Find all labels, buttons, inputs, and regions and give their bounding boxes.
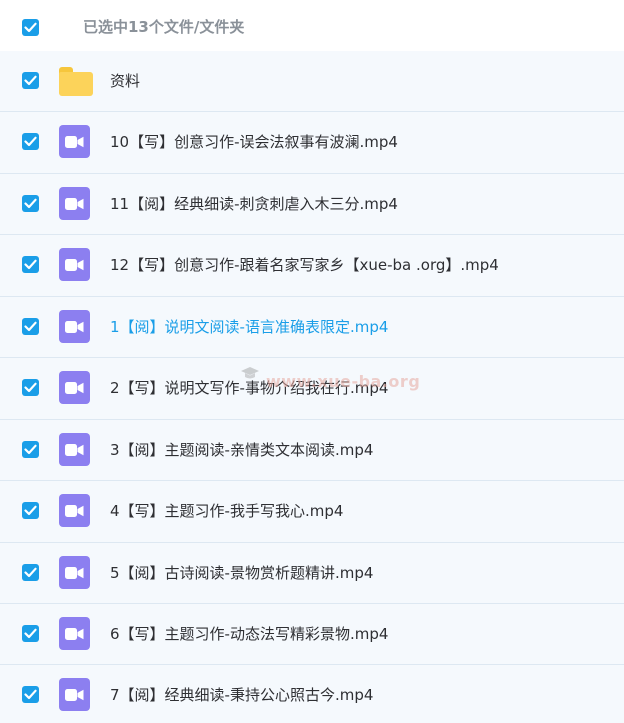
camera-glyph bbox=[65, 320, 84, 333]
file-name[interactable]: 12【写】创意习作-跟着名家写家乡【xue-ba .org】.mp4 bbox=[110, 254, 499, 276]
folder-icon bbox=[59, 64, 93, 97]
file-name[interactable]: 4【写】主题习作-我手写我心.mp4 bbox=[110, 500, 343, 522]
checkmark-icon bbox=[24, 444, 37, 454]
graduation-cap-icon bbox=[241, 367, 259, 379]
row-checkbox[interactable] bbox=[22, 317, 39, 335]
camera-glyph bbox=[65, 505, 84, 518]
file-row[interactable]: 11【阅】经典细读-刺贪刺虐入木三分.mp4 bbox=[0, 173, 624, 236]
file-row[interactable]: 12【写】创意习作-跟着名家写家乡【xue-ba .org】.mp4 bbox=[0, 235, 624, 297]
video-file-icon bbox=[59, 125, 90, 159]
camera-glyph bbox=[65, 689, 84, 702]
file-row[interactable]: 3【阅】主题阅读-亲情类文本阅读.mp4 bbox=[0, 419, 624, 482]
video-file-icon bbox=[59, 678, 90, 712]
file-row[interactable]: 7【阅】经典细读-秉持公心照古今.mp4 bbox=[0, 665, 624, 723]
file-list-panel: 已选中13个文件/文件夹 资料 10【写】创意习作-误会法叙事有波澜.mp4 11【… bbox=[0, 0, 624, 723]
select-all-checkbox[interactable] bbox=[22, 19, 39, 36]
row-checkbox[interactable] bbox=[22, 194, 39, 212]
file-name[interactable]: 5【阅】古诗阅读-景物赏析题精讲.mp4 bbox=[110, 562, 373, 584]
checkmark-icon bbox=[24, 75, 37, 86]
checkmark-icon bbox=[24, 22, 37, 33]
video-file-icon bbox=[59, 555, 90, 589]
checkmark-icon bbox=[24, 690, 37, 700]
video-file-icon bbox=[59, 186, 90, 220]
checkmark-icon bbox=[24, 198, 37, 208]
file-name[interactable]: 资料 bbox=[110, 70, 140, 92]
camera-glyph bbox=[65, 259, 84, 272]
row-checkbox[interactable] bbox=[22, 686, 39, 704]
checkmark-icon bbox=[24, 260, 37, 270]
row-checkbox[interactable] bbox=[22, 440, 39, 458]
checkmark-icon bbox=[24, 137, 37, 147]
camera-glyph bbox=[65, 197, 84, 210]
file-row[interactable]: 10【写】创意习作-误会法叙事有波澜.mp4 bbox=[0, 112, 624, 174]
row-checkbox[interactable] bbox=[22, 379, 39, 397]
video-file-icon bbox=[59, 494, 90, 528]
camera-glyph bbox=[65, 382, 84, 395]
video-file-icon bbox=[59, 371, 90, 405]
camera-glyph bbox=[65, 627, 84, 640]
file-name[interactable]: 1【阅】说明文阅读-语言准确表限定.mp4 bbox=[110, 316, 388, 338]
file-row[interactable]: 4【写】主题习作-我手写我心.mp4 bbox=[0, 481, 624, 543]
row-checkbox[interactable] bbox=[22, 563, 39, 581]
camera-glyph bbox=[65, 443, 84, 456]
checkmark-icon bbox=[24, 628, 37, 639]
file-name[interactable]: 6【写】主题习作-动态法写精彩景物.mp4 bbox=[110, 623, 388, 645]
row-checkbox[interactable] bbox=[22, 133, 39, 151]
selection-header: 已选中13个文件/文件夹 bbox=[0, 0, 624, 51]
file-name[interactable]: 10【写】创意习作-误会法叙事有波澜.mp4 bbox=[110, 131, 398, 153]
camera-glyph bbox=[65, 566, 84, 579]
checkmark-icon bbox=[24, 567, 37, 577]
video-file-icon bbox=[59, 248, 90, 282]
file-row[interactable]: 1【阅】说明文阅读-语言准确表限定.mp4 bbox=[0, 296, 624, 359]
file-row[interactable]: 6【写】主题习作-动态法写精彩景物.mp4 bbox=[0, 603, 624, 666]
video-file-icon bbox=[59, 432, 90, 466]
selection-count-text: 已选中13个文件/文件夹 bbox=[83, 18, 245, 36]
checkmark-icon bbox=[24, 382, 37, 393]
row-checkbox[interactable] bbox=[22, 256, 39, 274]
row-checkbox[interactable] bbox=[22, 624, 39, 642]
file-row[interactable]: 资料 bbox=[0, 51, 624, 113]
file-row[interactable]: 5【阅】古诗阅读-景物赏析题精讲.mp4 bbox=[0, 542, 624, 604]
file-name[interactable]: 11【阅】经典细读-刺贪刺虐入木三分.mp4 bbox=[110, 193, 398, 215]
row-checkbox[interactable] bbox=[22, 502, 39, 520]
checkmark-icon bbox=[24, 321, 37, 331]
checkmark-icon bbox=[24, 505, 37, 516]
file-name[interactable]: 3【阅】主题阅读-亲情类文本阅读.mp4 bbox=[110, 439, 373, 461]
watermark-text: www.xue-ba.org bbox=[266, 372, 421, 391]
video-file-icon bbox=[59, 309, 90, 343]
video-file-icon bbox=[59, 616, 90, 650]
file-name[interactable]: 7【阅】经典细读-秉持公心照古今.mp4 bbox=[110, 684, 373, 706]
row-checkbox[interactable] bbox=[22, 72, 39, 89]
camera-glyph bbox=[65, 136, 84, 149]
